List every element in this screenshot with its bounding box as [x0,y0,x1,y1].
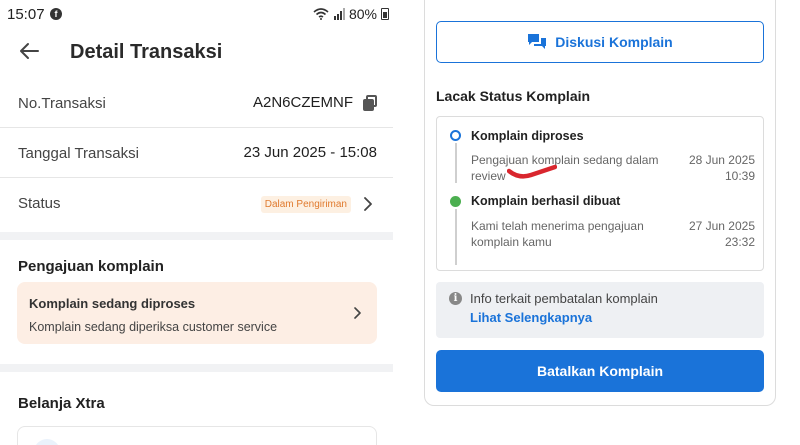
transaction-detail-screen: 15:07 f 80% Detail Transaksi No.Transaks… [0,0,393,445]
step-time: 10:39 [724,169,755,183]
step-date: 27 Jun 2025 [688,219,755,233]
complaint-panel: Diskusi Komplain Lacak Status Komplain K… [424,0,776,406]
transaction-date-label: Tanggal Transaksi [18,145,139,162]
wifi-icon [313,8,329,20]
cancel-complaint-button[interactable]: Batalkan Komplain [436,350,764,392]
signal-icon [333,8,345,20]
status-time: 15:07 [7,6,45,23]
status-icons: 80% [313,6,389,22]
chevron-right-icon [354,307,361,319]
transaction-date-row: Tanggal Transaksi 23 Jun 2025 - 15:08 [0,128,393,178]
status-bar: 15:07 f 80% [0,0,393,28]
step-done-dot [450,196,461,207]
transaction-number-value: A2N6CZEMNF [252,94,353,111]
copy-icon[interactable] [363,95,377,111]
back-arrow-icon[interactable] [18,40,40,62]
belanja-xtra-title: Belanja Xtra [18,395,105,412]
cancel-complaint-label: Batalkan Komplain [536,363,664,379]
section-divider [0,232,393,240]
track-status-title: Lacak Status Komplain [436,88,591,104]
facebook-icon: f [50,8,62,20]
complaint-card-subtitle: Komplain sedang diperiksa customer servi… [29,320,278,334]
transaction-status-row[interactable]: Status Dalam Pengiriman [0,178,393,228]
page-title: Detail Transaksi [70,41,223,63]
belanja-xtra-card[interactable] [17,426,377,445]
chevron-right-icon [364,197,372,211]
transaction-date-value: 23 Jun 2025 - 15:08 [243,144,377,161]
info-icon: i [449,292,462,305]
discuss-complaint-button[interactable]: Diskusi Komplain [436,21,764,63]
cancel-info-box: i Info terkait pembatalan komplain Lihat… [436,282,764,338]
battery-percent: 80% [348,6,377,22]
timeline-connector [455,143,457,183]
status-badge: Dalam Pengiriman [260,196,351,213]
discuss-complaint-label: Diskusi Komplain [555,34,673,50]
complaint-status-card[interactable]: Komplain sedang diproses Komplain sedang… [17,282,377,344]
battery-icon [381,8,389,20]
step-current-dot [450,130,461,141]
complaint-card-title: Komplain sedang diproses [29,296,196,311]
transaction-number-label: No.Transaksi [18,95,106,112]
cancel-info-text: Info terkait pembatalan komplain [470,291,658,306]
step-description: Kami telah menerima pengajuan komplain k… [471,219,644,249]
complaint-section-title: Pengajuan komplain [18,258,164,275]
step-description: Pengajuan komplain sedang dalam review [471,153,659,183]
red-annotation-mark [507,164,557,179]
step-time: 23:32 [724,235,755,249]
complaint-timeline: Komplain diproses Pengajuan komplain sed… [436,116,764,271]
app-bar: Detail Transaksi [0,30,393,76]
step-date: 28 Jun 2025 [688,153,755,167]
timeline-connector [455,209,457,265]
step-title: Komplain berhasil dibuat [471,194,621,208]
see-more-link[interactable]: Lihat Selengkapnya [470,310,592,325]
transaction-number-row: No.Transaksi A2N6CZEMNF [0,78,393,128]
xtra-avatar [34,439,60,445]
status-label: Status [18,195,61,212]
section-divider [0,364,393,372]
chat-icon [528,34,547,49]
step-title: Komplain diproses [471,129,584,143]
